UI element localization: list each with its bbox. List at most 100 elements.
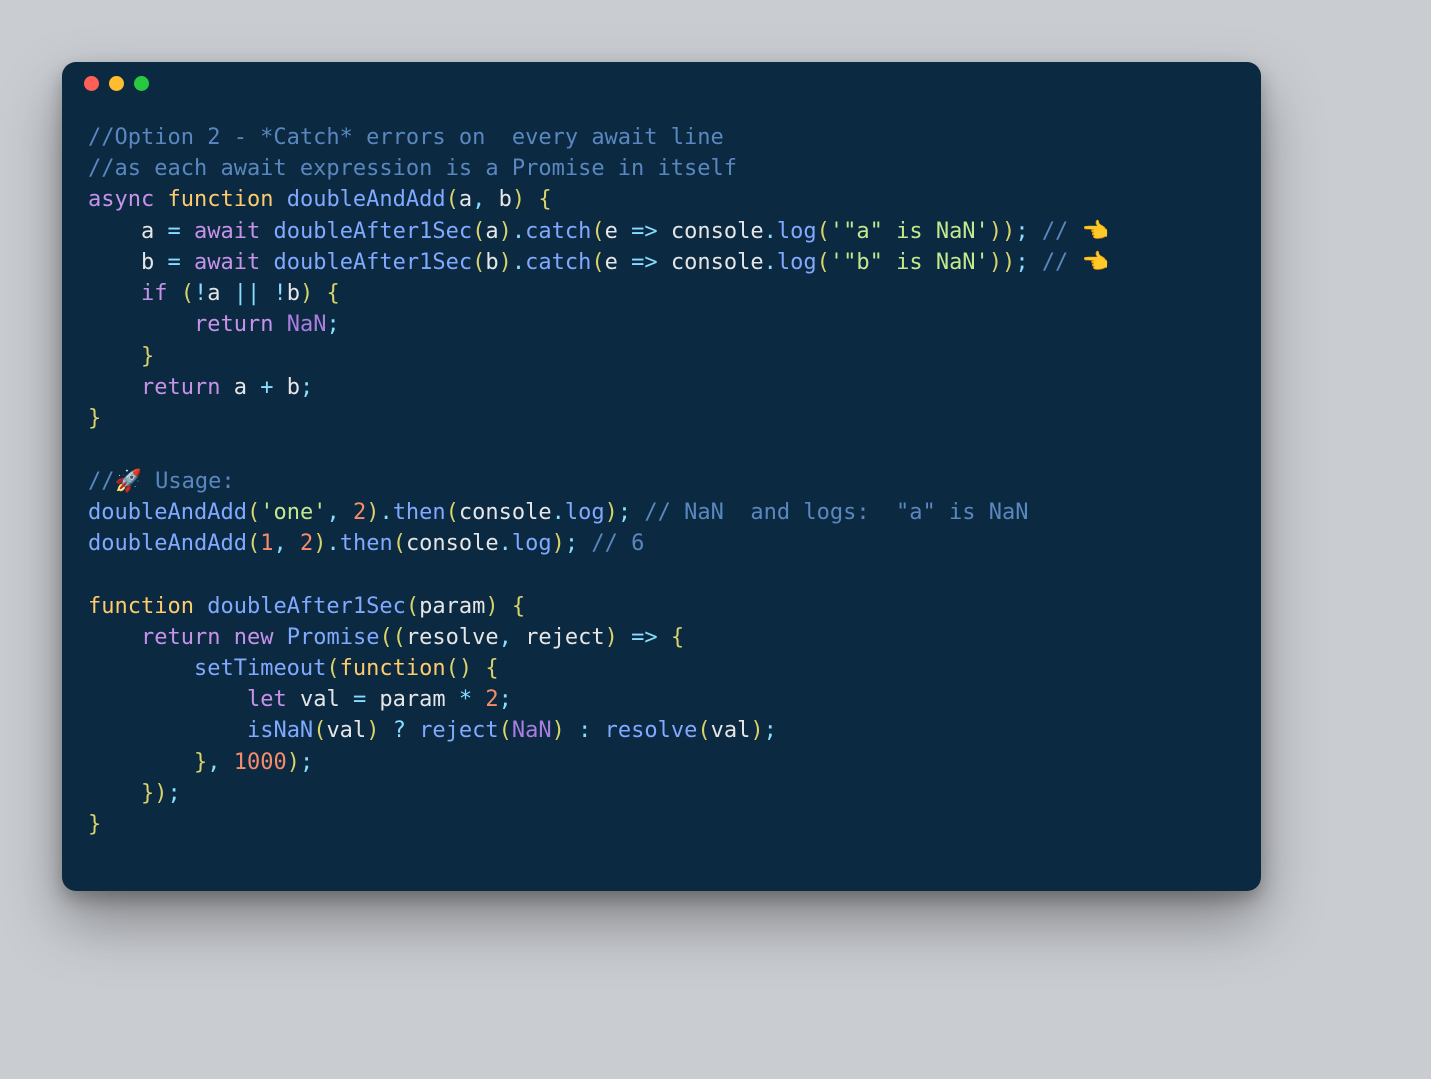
code-token: ; xyxy=(618,500,631,525)
code-token: function xyxy=(167,187,273,212)
code-token: } xyxy=(141,344,154,369)
code-line: isNaN(val) ? reject(NaN) : resolve(val); xyxy=(88,715,1235,746)
code-token: log xyxy=(777,250,817,275)
code-line: }, 1000); xyxy=(88,747,1235,778)
code-token xyxy=(578,531,591,556)
code-token: => xyxy=(631,219,658,244)
code-token: ) xyxy=(485,594,498,619)
code-token: let xyxy=(247,687,287,712)
code-token xyxy=(287,531,300,556)
code-token: { xyxy=(538,187,551,212)
code-token: . xyxy=(379,500,392,525)
code-token: then xyxy=(393,500,446,525)
code-token xyxy=(631,500,644,525)
code-token: doubleAfter1Sec xyxy=(273,219,472,244)
code-token: ! xyxy=(194,281,207,306)
code-token: a xyxy=(485,219,498,244)
code-token: = xyxy=(167,250,180,275)
code-token: ; xyxy=(764,718,777,743)
code-token: ( xyxy=(181,281,194,306)
code-token: ) xyxy=(512,187,525,212)
code-token: ? xyxy=(393,718,406,743)
code-token xyxy=(260,219,273,244)
code-token: 👈 xyxy=(1082,250,1109,275)
code-token: ) xyxy=(552,531,565,556)
code-token xyxy=(1029,219,1042,244)
code-line: setTimeout(function() { xyxy=(88,653,1235,684)
code-token: ) xyxy=(605,500,618,525)
code-token xyxy=(220,750,233,775)
code-token xyxy=(499,594,512,619)
code-line: doubleAndAdd(1, 2).then(console.log); //… xyxy=(88,528,1235,559)
code-token: console xyxy=(658,250,764,275)
code-token: a xyxy=(220,375,260,400)
code-token: ( xyxy=(591,250,604,275)
code-token xyxy=(340,500,353,525)
code-token: )) xyxy=(989,219,1016,244)
code-token: { xyxy=(485,656,498,681)
code-token: // xyxy=(1042,219,1082,244)
code-token: }) xyxy=(141,781,168,806)
code-token: ( xyxy=(472,219,485,244)
code-token xyxy=(658,625,671,650)
code-token: b xyxy=(485,187,512,212)
code-token: => xyxy=(631,250,658,275)
code-token: //as each await expression is a Promise … xyxy=(88,156,737,181)
code-token: ( xyxy=(697,718,710,743)
code-token: 🚀 xyxy=(115,469,142,494)
code-token: 1 xyxy=(260,531,273,556)
code-line: b = await doubleAfter1Sec(b).catch(e => … xyxy=(88,247,1235,278)
code-token: new xyxy=(234,625,274,650)
code-token: () xyxy=(446,656,473,681)
code-token: ) xyxy=(366,718,379,743)
code-token: ) xyxy=(287,750,300,775)
code-token xyxy=(379,718,392,743)
code-token: = xyxy=(353,687,366,712)
code-token: // xyxy=(88,469,115,494)
code-token: ( xyxy=(446,187,459,212)
code-token: doubleAndAdd xyxy=(88,531,247,556)
code-token: doubleAndAdd xyxy=(88,500,247,525)
code-line: //as each await expression is a Promise … xyxy=(88,153,1235,184)
code-token: await xyxy=(194,219,260,244)
code-block: //Option 2 - *Catch* errors on every awa… xyxy=(62,104,1261,864)
code-token: doubleAndAdd xyxy=(287,187,446,212)
minimize-icon[interactable] xyxy=(109,76,124,91)
code-token: a xyxy=(88,219,167,244)
code-token: NaN xyxy=(287,312,327,337)
code-token: ; xyxy=(1015,219,1028,244)
code-token: reject xyxy=(512,625,605,650)
code-token xyxy=(88,687,247,712)
maximize-icon[interactable] xyxy=(134,76,149,91)
code-token: await xyxy=(194,250,260,275)
code-token: (( xyxy=(379,625,406,650)
code-token: a xyxy=(207,281,234,306)
code-line: return a + b; xyxy=(88,372,1235,403)
code-token: // xyxy=(1042,250,1082,275)
code-token xyxy=(194,594,207,619)
code-line xyxy=(88,434,1235,465)
code-token: b xyxy=(273,375,300,400)
code-line: async function doubleAndAdd(a, b) { xyxy=(88,184,1235,215)
code-token: param xyxy=(366,687,459,712)
code-token: ( xyxy=(247,531,260,556)
code-token: 1000 xyxy=(234,750,287,775)
code-token: // NaN and logs: "a" is NaN xyxy=(644,500,1028,525)
code-token: , xyxy=(499,625,512,650)
close-icon[interactable] xyxy=(84,76,99,91)
code-line: } xyxy=(88,403,1235,434)
code-token xyxy=(88,312,194,337)
code-token: , xyxy=(472,187,485,212)
code-token: val xyxy=(326,718,366,743)
code-token: setTimeout xyxy=(194,656,326,681)
code-token xyxy=(88,375,141,400)
code-token: function xyxy=(88,594,194,619)
code-token: ( xyxy=(817,219,830,244)
code-token xyxy=(273,312,286,337)
code-token xyxy=(313,281,326,306)
code-token: . xyxy=(499,531,512,556)
code-token: { xyxy=(512,594,525,619)
code-token: // 6 xyxy=(591,531,644,556)
code-token xyxy=(167,281,180,306)
code-token: { xyxy=(326,281,339,306)
